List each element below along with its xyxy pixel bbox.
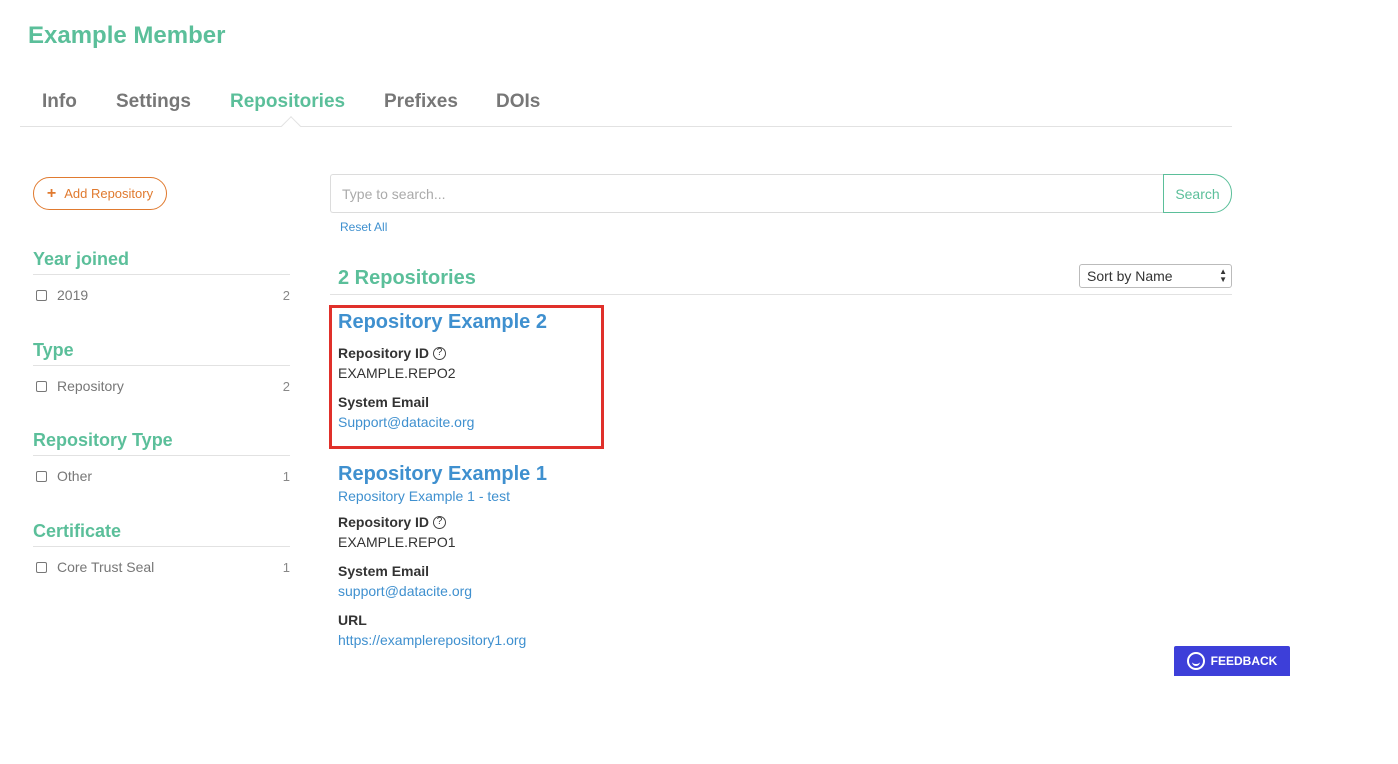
facet-option-label: Other (57, 468, 93, 484)
repository-id-label: Repository ID ? (338, 514, 547, 530)
facet-title: Type (33, 340, 290, 366)
facet-certificate: Certificate Core Trust Seal 1 (33, 521, 290, 575)
facet-option-label: 2019 (57, 287, 89, 303)
help-icon[interactable]: ? (433, 515, 447, 529)
reset-all-link[interactable]: Reset All (340, 220, 387, 234)
feedback-button[interactable]: FEEDBACK (1174, 646, 1290, 676)
active-tab-indicator (281, 116, 301, 136)
plus-icon: + (46, 184, 57, 202)
sort-select[interactable]: Sort by Name ▲ ▼ (1079, 264, 1232, 288)
page-title: Example Member (28, 22, 226, 49)
facet-title: Repository Type (33, 430, 290, 456)
facet-option-2019[interactable]: 2019 2 (33, 287, 290, 303)
system-email-label: System Email (338, 563, 430, 579)
facet-type: Type Repository 2 (33, 340, 290, 394)
checkbox[interactable] (36, 561, 47, 573)
url-label: URL (338, 612, 367, 628)
facet-option-count: 2 (282, 378, 290, 394)
repository-id-value: EXAMPLE.REPO1 (338, 534, 456, 550)
smiley-icon (1186, 652, 1205, 670)
tab-dois[interactable]: DOIs (496, 91, 540, 113)
field-label-text: Repository ID (338, 514, 430, 530)
add-repository-button[interactable]: + Add Repository (33, 177, 167, 210)
feedback-label: FEEDBACK (1210, 654, 1278, 668)
facet-title: Certificate (33, 521, 290, 547)
search-input[interactable] (330, 174, 1164, 213)
repository-url-link[interactable]: https://examplerepository1.org (338, 632, 547, 648)
facet-option-count: 1 (282, 468, 290, 484)
tab-settings[interactable]: Settings (116, 91, 191, 113)
facet-option-label: Core Trust Seal (57, 559, 155, 575)
highlight-box (329, 305, 604, 449)
checkbox[interactable] (36, 380, 47, 392)
search-button[interactable]: Search (1163, 174, 1232, 213)
add-repository-label: Add Repository (64, 186, 154, 201)
facet-title: Year joined (33, 249, 290, 275)
repository-card: Repository Example 1 Repository Example … (338, 463, 547, 648)
checkbox[interactable] (36, 470, 47, 482)
facet-option-label: Repository (57, 378, 124, 394)
tab-repositories[interactable]: Repositories (230, 91, 345, 113)
facet-option-other[interactable]: Other 1 (33, 468, 290, 484)
tab-prefixes[interactable]: Prefixes (384, 91, 458, 113)
facet-option-repository[interactable]: Repository 2 (33, 378, 290, 394)
facet-year-joined: Year joined 2019 2 (33, 249, 290, 303)
tab-bar: Info Settings Repositories Prefixes DOIs (20, 86, 1232, 136)
repository-subtitle: Repository Example 1 - test (338, 488, 510, 504)
facet-option-count: 2 (282, 287, 290, 303)
facet-option-count: 1 (282, 559, 290, 575)
repository-title[interactable]: Repository Example 1 (338, 463, 547, 486)
sort-select-value: Sort by Name (1087, 268, 1173, 284)
system-email-link[interactable]: support@datacite.org (338, 583, 547, 599)
tab-info[interactable]: Info (42, 91, 77, 113)
results-header: 2 Repositories Sort by Name ▲ ▼ (330, 263, 1232, 295)
facet-option-core-trust-seal[interactable]: Core Trust Seal 1 (33, 559, 290, 575)
results-count: 2 Repositories (338, 267, 476, 289)
search-bar: Search (330, 174, 1232, 213)
select-arrows-icon: ▲ ▼ (1219, 267, 1227, 284)
checkbox[interactable] (36, 289, 47, 301)
facet-repository-type: Repository Type Other 1 (33, 430, 290, 484)
